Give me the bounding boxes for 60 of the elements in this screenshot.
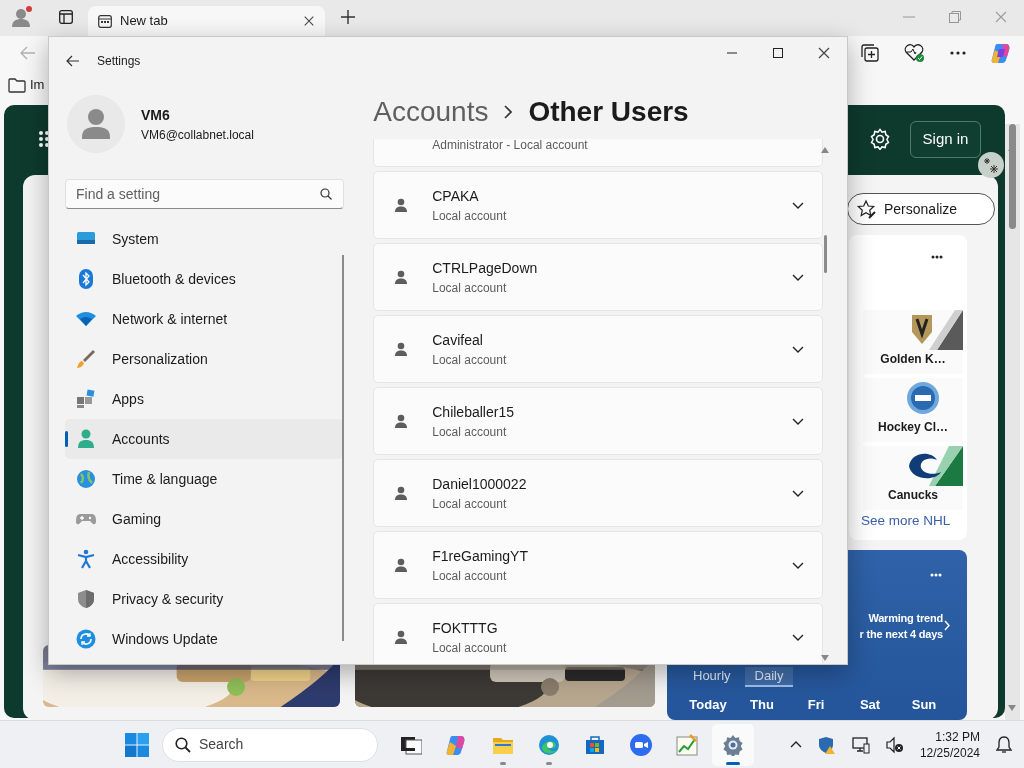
- user-name: CPAKA: [432, 186, 480, 206]
- account-type: Local account: [432, 351, 508, 369]
- forecast-tab[interactable]: Daily: [744, 667, 794, 687]
- user-name: CTRLPageDown: [432, 258, 539, 278]
- nav-item[interactable]: Network & internet: [65, 299, 344, 339]
- user-card[interactable]: F1reGamingYT Local account: [373, 531, 824, 599]
- sign-in-button[interactable]: Sign in: [910, 121, 981, 158]
- team-name: Golden K…: [880, 351, 946, 368]
- nav-item[interactable]: Personalization: [65, 339, 344, 379]
- team-name: Hockey Cl…: [878, 419, 948, 436]
- nav-item[interactable]: Accessibility: [65, 539, 344, 579]
- user-card[interactable]: Daniel1000022 Local account: [373, 459, 824, 527]
- forecast-subline[interactable]: r the next 4 days: [859, 626, 943, 642]
- breadcrumb-link[interactable]: Accounts: [373, 91, 489, 133]
- account-type: Local account: [432, 279, 508, 297]
- nav-item[interactable]: Time & language: [65, 459, 344, 499]
- nav-item[interactable]: Gaming: [65, 499, 344, 539]
- account-type: Local account: [432, 423, 508, 441]
- day-label: Today: [688, 696, 728, 714]
- nav-item[interactable]: Privacy & security: [65, 579, 344, 619]
- day-label: Thu: [749, 696, 775, 714]
- account-type: Local account: [432, 207, 508, 225]
- nav-item[interactable]: System: [65, 219, 344, 259]
- nav-item[interactable]: Windows Update: [65, 619, 344, 659]
- nav-item[interactable]: Accounts: [65, 419, 344, 459]
- user-email: VM6@collabnet.local: [141, 126, 254, 144]
- day-label: Sat: [858, 696, 882, 714]
- account-type: Local account: [432, 639, 508, 657]
- user-name: F1reGamingYT: [432, 546, 529, 566]
- day-label: Fri: [806, 696, 826, 714]
- nav-item[interactable]: Bluetooth & devices: [65, 259, 344, 299]
- forecast-headline[interactable]: Warming trend: [868, 610, 943, 626]
- user-card[interactable]: CTRLPageDown Local account: [373, 243, 824, 311]
- day-label: Sun: [910, 696, 938, 714]
- settings-title: Settings: [97, 53, 141, 70]
- user-card[interactable]: FOKTTTG Local account: [373, 603, 824, 664]
- search-field[interactable]: Find a setting: [65, 179, 344, 209]
- taskbar-search[interactable]: Search: [162, 727, 378, 762]
- user-card[interactable]: Cavifeal Local account: [373, 315, 824, 383]
- user-card[interactable]: Administrator - Local account: [373, 139, 824, 167]
- user-name: Chileballer15: [432, 402, 515, 422]
- account-type: Local account: [432, 495, 508, 513]
- user-card[interactable]: Chileballer15 Local account: [373, 387, 824, 455]
- user-name: VM6: [141, 105, 171, 125]
- user-name: Cavifeal: [432, 330, 484, 350]
- clock[interactable]: 1:32 PM 12/25/2024: [919, 728, 980, 761]
- user-name: FOKTTTG: [432, 618, 499, 638]
- team-name: Canucks: [888, 487, 938, 504]
- bookmark-label: Im: [30, 76, 45, 95]
- account-type: Local account: [432, 567, 508, 585]
- browser-tab[interactable]: New tab: [88, 6, 325, 36]
- user-card[interactable]: CPAKA Local account: [373, 171, 824, 239]
- nav-item[interactable]: Apps: [65, 379, 344, 419]
- see-more-link[interactable]: See more NHL: [861, 511, 951, 532]
- user-name: Daniel1000022: [432, 474, 528, 494]
- account-type: Administrator - Local account: [432, 139, 588, 154]
- personalize-button[interactable]: Personalize: [847, 193, 995, 225]
- page-title: Other Users: [528, 95, 689, 129]
- forecast-tab[interactable]: Hourly: [683, 667, 741, 687]
- tab-title: New tab: [120, 12, 169, 31]
